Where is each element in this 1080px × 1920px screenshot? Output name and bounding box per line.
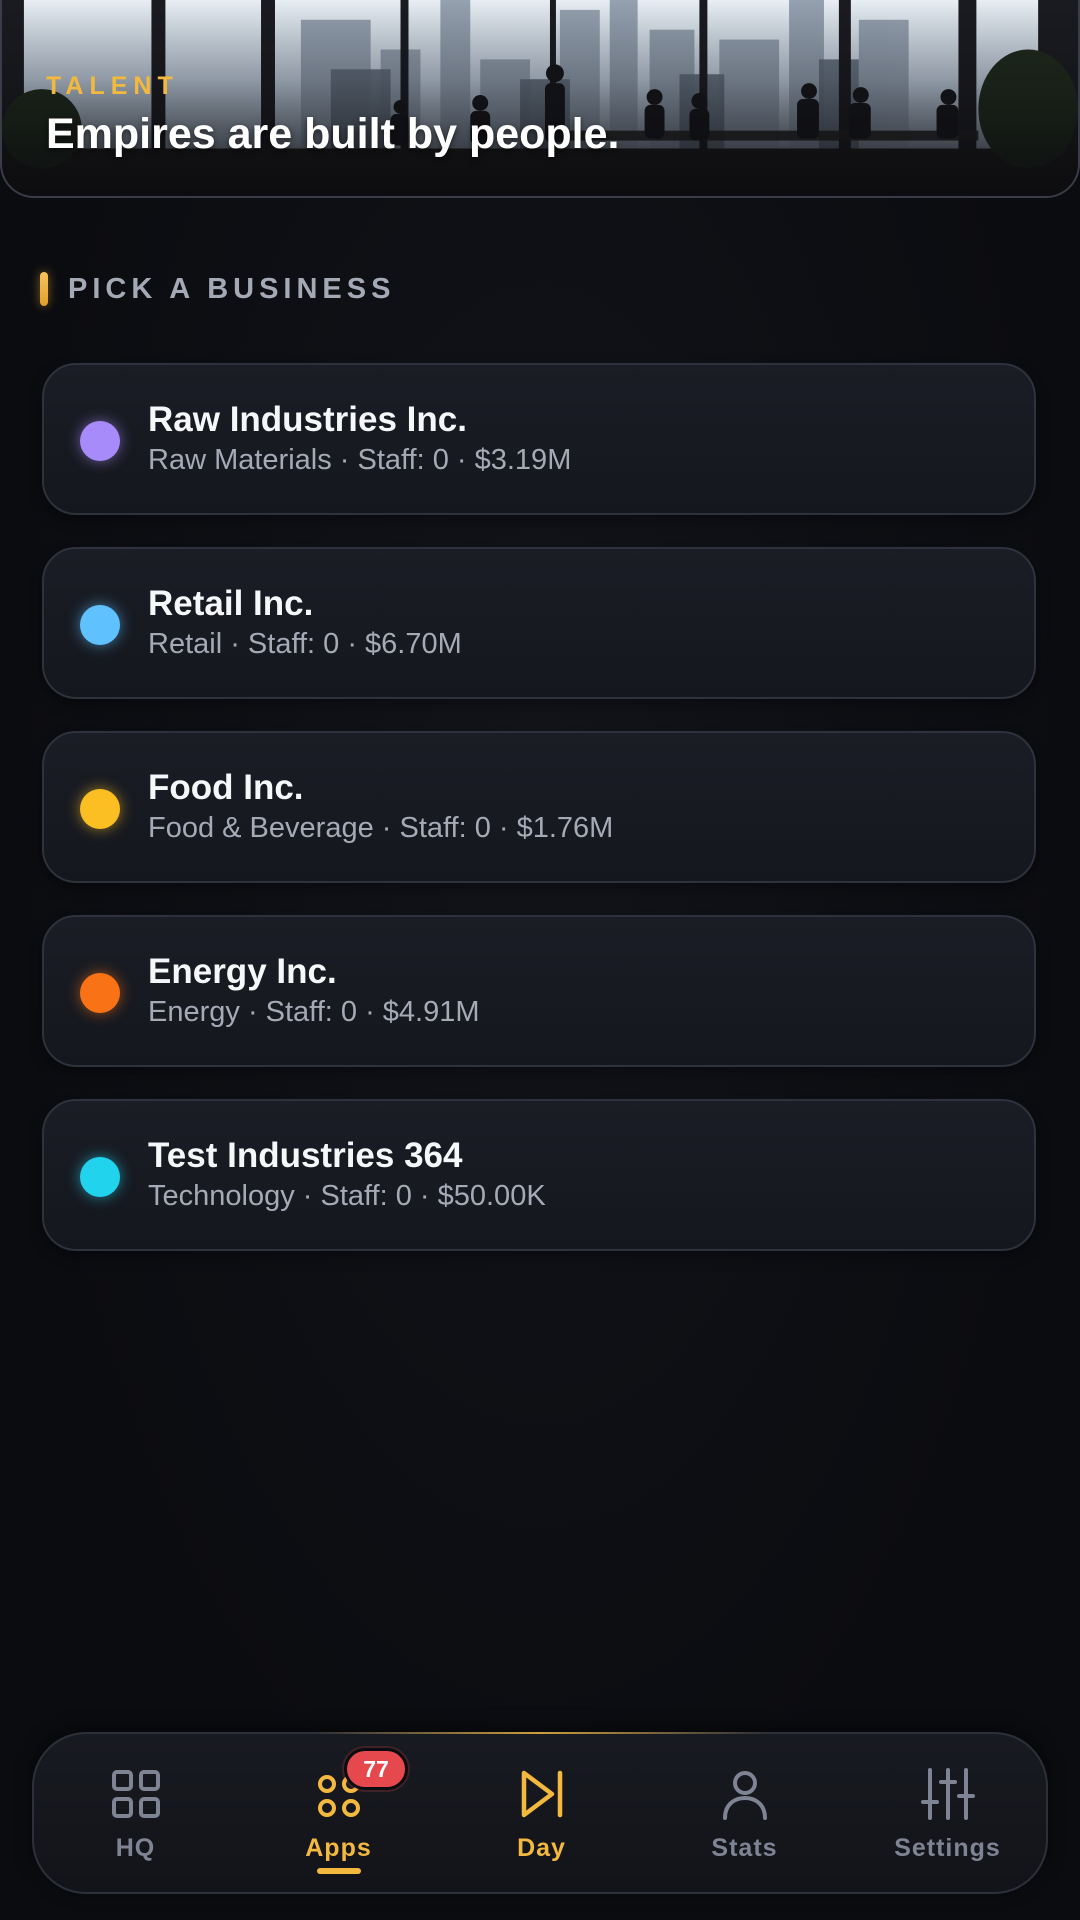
business-card-food[interactable]: Food Inc. Food & Beverage · Staff: 0 · $… [42, 731, 1036, 883]
active-indicator [316, 1868, 361, 1874]
sliders-icon [920, 1768, 975, 1820]
business-color-dot [80, 1157, 120, 1197]
business-color-dot [80, 973, 120, 1013]
nav-item-apps[interactable]: Apps [237, 1734, 440, 1896]
business-color-dot [80, 789, 120, 829]
skip-forward-icon [521, 1770, 562, 1818]
business-card-retail[interactable]: Retail Inc. Retail · Staff: 0 · $6.70M [42, 547, 1036, 699]
business-name: Food Inc. [148, 768, 304, 807]
bottom-nav: HQ Apps Day Stats Settings 77 [32, 1732, 1048, 1894]
nav-label: Apps [305, 1834, 372, 1862]
section-header: PICK A BUSINESS [40, 272, 395, 306]
hero-banner: TALENT Empires are built by people. [0, 0, 1080, 198]
business-meta: Energy · Staff: 0 · $4.91M [148, 996, 480, 1028]
nav-item-day[interactable]: Day [440, 1734, 643, 1896]
business-meta: Technology · Staff: 0 · $50.00K [148, 1180, 546, 1212]
nav-item-settings[interactable]: Settings [846, 1734, 1049, 1896]
business-card-test-industries[interactable]: Test Industries 364 Technology · Staff: … [42, 1099, 1036, 1251]
business-name: Raw Industries Inc. [148, 400, 467, 439]
business-card-raw-industries[interactable]: Raw Industries Inc. Raw Materials · Staf… [42, 363, 1036, 515]
apps-notification-badge: 77 [344, 1748, 408, 1790]
user-icon [722, 1771, 767, 1820]
nav-label: Settings [894, 1834, 1001, 1862]
business-name: Test Industries 364 [148, 1136, 463, 1175]
nav-item-stats[interactable]: Stats [643, 1734, 846, 1896]
business-meta: Raw Materials · Staff: 0 · $3.19M [148, 444, 572, 476]
nav-label: Stats [711, 1834, 778, 1862]
business-meta: Food & Beverage · Staff: 0 · $1.76M [148, 812, 614, 844]
business-card-energy[interactable]: Energy Inc. Energy · Staff: 0 · $4.91M [42, 915, 1036, 1067]
nav-label: HQ [115, 1834, 156, 1862]
nav-item-hq[interactable]: HQ [34, 1734, 237, 1896]
business-color-dot [80, 605, 120, 645]
business-name: Retail Inc. [148, 584, 314, 623]
business-name: Energy Inc. [148, 952, 337, 991]
section-title: PICK A BUSINESS [68, 272, 396, 305]
business-meta: Retail · Staff: 0 · $6.70M [148, 628, 462, 660]
section-accent-bar [40, 272, 48, 306]
hero-eyebrow: TALENT [46, 72, 179, 100]
hero-headline: Empires are built by people. [46, 110, 620, 158]
nav-label: Day [517, 1834, 566, 1862]
business-color-dot [80, 421, 120, 461]
grid-icon [111, 1770, 160, 1818]
